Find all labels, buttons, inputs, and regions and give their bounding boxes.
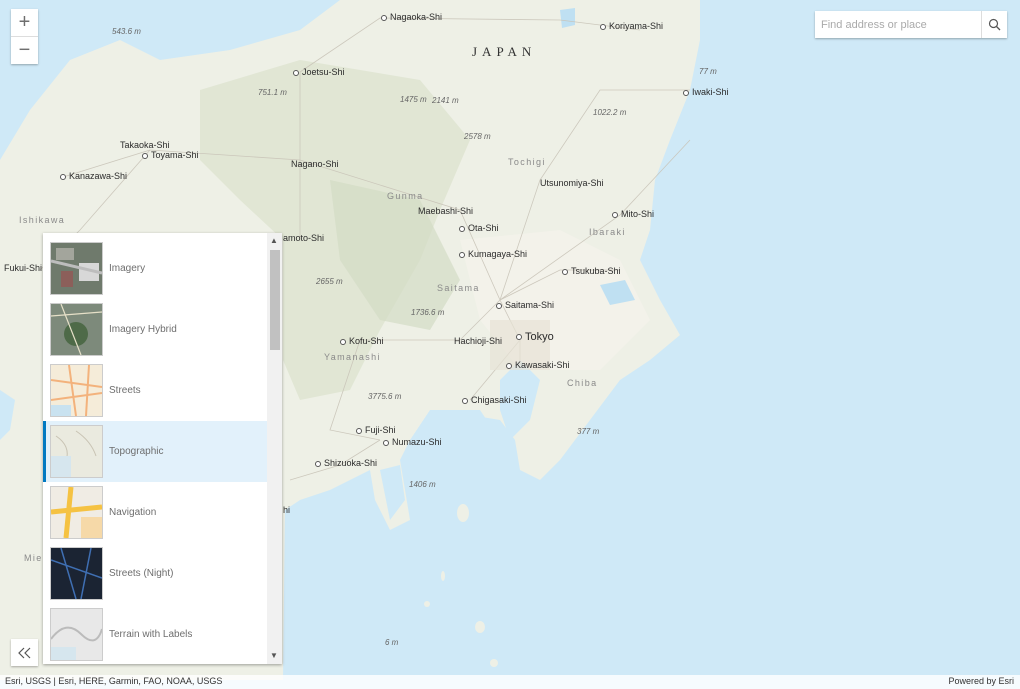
basemap-item-navigation[interactable]: Navigation bbox=[43, 482, 267, 543]
attribution-bar: Esri, USGS | Esri, HERE, Garmin, FAO, NO… bbox=[0, 675, 1020, 689]
scroll-down-arrow-icon[interactable]: ▼ bbox=[270, 651, 278, 660]
basemap-label: Topographic bbox=[109, 446, 164, 457]
city-label: Fuji-Shi bbox=[356, 425, 396, 435]
double-chevron-left-icon bbox=[17, 647, 30, 658]
gallery-scrollbar[interactable]: ▲ ▼ bbox=[267, 233, 282, 664]
basemap-label: Streets (Night) bbox=[109, 568, 174, 579]
city-label: Kofu-Shi bbox=[340, 336, 384, 346]
city-label: Shizuoka-Shi bbox=[315, 458, 377, 468]
basemap-thumbnail bbox=[50, 242, 103, 295]
lake bbox=[560, 8, 575, 28]
city-label: Koriyama-Shi bbox=[600, 21, 663, 31]
elevation-label: 77 m bbox=[699, 67, 717, 76]
search-icon bbox=[988, 18, 1001, 31]
elevation-label: 1022.2 m bbox=[593, 108, 627, 117]
region-label: Yamanashi bbox=[324, 352, 381, 362]
zoom-in-button[interactable]: + bbox=[11, 9, 38, 36]
zoom-out-button[interactable]: − bbox=[11, 36, 38, 64]
city-label: Toyama-Shi bbox=[142, 150, 199, 160]
elevation-label: 1406 m bbox=[409, 480, 436, 489]
city-label: Utsunomiya-Shi bbox=[540, 178, 604, 188]
city-label: Tokyo bbox=[516, 331, 554, 343]
basemap-thumbnail bbox=[50, 303, 103, 356]
search-button[interactable] bbox=[980, 11, 1007, 38]
basemap-thumbnail bbox=[50, 364, 103, 417]
city-label: amoto-Shi bbox=[283, 233, 325, 243]
city-label: Tsukuba-Shi bbox=[562, 266, 621, 276]
island bbox=[441, 571, 445, 581]
city-label: Kawasaki-Shi bbox=[506, 360, 570, 370]
region-label: Gunma bbox=[387, 191, 424, 201]
elevation-label: 1475 m bbox=[400, 95, 427, 104]
city-label: Kumagaya-Shi bbox=[459, 249, 527, 259]
basemap-label: Terrain with Labels bbox=[109, 629, 193, 640]
city-label: Kanazawa-Shi bbox=[60, 171, 127, 181]
basemap-item-streets-night[interactable]: Streets (Night) bbox=[43, 543, 267, 604]
elevation-label: 2141 m bbox=[432, 96, 459, 105]
city-label: Takaoka-Shi bbox=[120, 140, 170, 150]
city-label: Iwaki-Shi bbox=[683, 87, 729, 97]
elevation-label: 751.1 m bbox=[258, 88, 287, 97]
region-label: Chiba bbox=[567, 378, 598, 388]
region-label: Mie bbox=[24, 553, 43, 563]
city-label: Maebashi-Shi bbox=[418, 206, 474, 216]
search-widget bbox=[815, 11, 1007, 38]
basemap-label: Imagery Hybrid bbox=[109, 324, 177, 335]
basemap-thumbnail bbox=[50, 608, 103, 661]
city-label: Saitama-Shi bbox=[496, 300, 554, 310]
basemap-label: Navigation bbox=[109, 507, 157, 518]
powered-by-link[interactable]: Powered by Esri bbox=[948, 676, 1014, 686]
zoom-control: + − bbox=[11, 9, 38, 64]
island bbox=[457, 504, 469, 522]
elevation-label: 6 m bbox=[385, 638, 399, 647]
city-label: hi bbox=[283, 505, 291, 515]
basemap-list: Imagery Imagery Hybrid Streets Topograph… bbox=[43, 238, 267, 664]
city-label: Mito-Shi bbox=[612, 209, 654, 219]
basemap-item-imagery-hybrid[interactable]: Imagery Hybrid bbox=[43, 299, 267, 360]
elevation-label: 377 m bbox=[577, 427, 600, 436]
city-label: Hachioji-Shi bbox=[454, 336, 503, 346]
city-label: Numazu-Shi bbox=[383, 437, 442, 447]
city-label: Ota-Shi bbox=[459, 223, 499, 233]
basemap-gallery: Imagery Imagery Hybrid Streets Topograph… bbox=[43, 233, 282, 664]
country-label: JAPAN bbox=[472, 44, 537, 59]
elevation-label: 2578 m bbox=[464, 132, 491, 141]
island bbox=[475, 621, 485, 633]
city-label: Joetsu-Shi bbox=[293, 67, 345, 77]
region-label: Ishikawa bbox=[19, 215, 66, 225]
city-label: Fukui-Shi bbox=[4, 263, 43, 273]
elevation-label: 543.6 m bbox=[112, 27, 141, 36]
basemap-thumbnail bbox=[50, 425, 103, 478]
basemap-label: Imagery bbox=[109, 263, 146, 274]
elevation-label: 3775.6 m bbox=[368, 392, 402, 401]
attribution-sources: Esri, USGS | Esri, HERE, Garmin, FAO, NO… bbox=[5, 676, 223, 686]
scroll-up-arrow-icon[interactable]: ▲ bbox=[270, 236, 278, 245]
city-label: Nagano-Shi bbox=[291, 159, 339, 169]
elevation-label: 2655 m bbox=[316, 277, 343, 286]
city-label: Nagaoka-Shi bbox=[381, 12, 442, 22]
basemap-item-terrain-with-labels[interactable]: Terrain with Labels bbox=[43, 604, 267, 664]
elevation-label: 1736.6 m bbox=[411, 308, 445, 317]
collapse-gallery-button[interactable] bbox=[11, 639, 38, 666]
city-label: Chigasaki-Shi bbox=[462, 395, 527, 405]
region-label: Ibaraki bbox=[589, 227, 626, 237]
island bbox=[490, 659, 498, 667]
basemap-item-imagery[interactable]: Imagery bbox=[43, 238, 267, 299]
basemap-item-streets[interactable]: Streets bbox=[43, 360, 267, 421]
basemap-label: Streets bbox=[109, 385, 141, 396]
scrollbar-thumb[interactable] bbox=[270, 250, 280, 350]
basemap-thumbnail bbox=[50, 547, 103, 600]
search-input[interactable] bbox=[815, 11, 981, 38]
region-label: Tochigi bbox=[508, 157, 546, 167]
basemap-item-topographic[interactable]: Topographic bbox=[43, 421, 267, 482]
island bbox=[424, 601, 430, 607]
region-label: Saitama bbox=[437, 283, 480, 293]
basemap-thumbnail bbox=[50, 486, 103, 539]
